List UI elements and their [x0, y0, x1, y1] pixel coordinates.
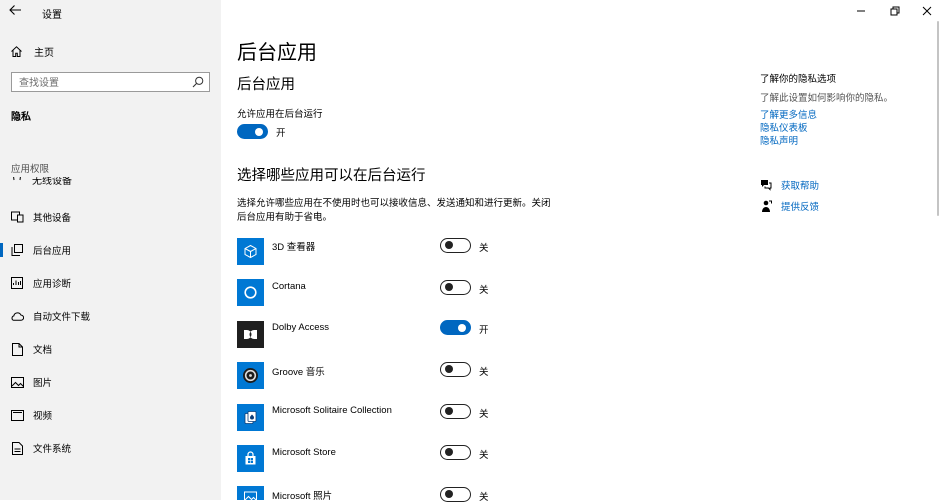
scrollbar[interactable]: [937, 21, 939, 216]
solitaire-icon: [237, 404, 264, 431]
groove-music-icon: [237, 362, 264, 389]
dolby-icon: [237, 321, 264, 348]
sidebar-item-label: 应用诊断: [33, 279, 72, 290]
app-name: Groove 音乐: [272, 367, 325, 378]
restore-icon: [890, 6, 900, 16]
page-title: 后台应用: [237, 42, 317, 64]
privacy-section-title: 隐私: [11, 112, 31, 123]
app-permissions-group-title: 应用权限: [11, 164, 50, 175]
app-toggle-state: 关: [479, 367, 489, 378]
allow-background-toggle[interactable]: [237, 124, 268, 139]
app-toggle-state: 关: [479, 243, 489, 254]
3d-viewer-icon: [237, 238, 264, 265]
home-label: 主页: [34, 47, 54, 59]
app-toggle-3d-viewer[interactable]: [440, 238, 471, 253]
sidebar-item-videos[interactable]: 视频: [0, 404, 221, 426]
maximize-button[interactable]: [886, 3, 904, 19]
sidebar-item-other-devices[interactable]: 其他设备: [0, 206, 221, 228]
app-name: Microsoft Solitaire Collection: [272, 405, 392, 416]
allow-background-caption: 允许应用在后台运行: [237, 109, 323, 120]
radio-tower-icon: [10, 177, 24, 186]
give-feedback-label: 提供反馈: [781, 202, 820, 213]
give-feedback-link[interactable]: 提供反馈: [760, 199, 819, 213]
background-apps-icon: [10, 243, 24, 257]
store-icon: [237, 445, 264, 472]
sidebar-item-radios[interactable]: 无线设备: [0, 177, 221, 186]
app-name: 3D 查看器: [272, 242, 316, 253]
allow-background-state: 开: [276, 128, 286, 139]
privacy-statement-link[interactable]: 隐私声明: [760, 133, 798, 147]
app-toggle-dolby-access[interactable]: [440, 320, 471, 335]
diagnostics-icon: [10, 276, 24, 290]
toggle-knob: [458, 323, 466, 332]
toggle-knob: [255, 127, 263, 136]
video-icon: [10, 408, 24, 422]
close-button[interactable]: [918, 3, 936, 19]
sidebar-item-label: 无线设备: [32, 177, 72, 186]
photos-icon: [237, 486, 264, 500]
background-apps-section-title: 后台应用: [237, 77, 295, 93]
app-toggle-state: 关: [479, 285, 489, 296]
app-name: Microsoft Store: [272, 447, 336, 458]
app-toggle-state: 关: [479, 492, 489, 503]
search-input[interactable]: [12, 74, 182, 93]
privacy-options-subtitle: 了解此设置如何影响你的隐私。: [760, 93, 894, 104]
app-toggle-cortana[interactable]: [440, 280, 471, 295]
feedback-icon: [762, 200, 772, 212]
file-system-icon: [10, 441, 24, 455]
app-name: Cortana: [272, 281, 306, 292]
home-nav-item[interactable]: 主页: [10, 42, 54, 60]
get-help-label: 获取帮助: [781, 181, 820, 192]
toggle-knob: [445, 407, 453, 415]
devices-icon: [10, 210, 24, 224]
app-toggle-store[interactable]: [440, 445, 471, 460]
cloud-icon: [10, 309, 24, 323]
sidebar-item-label: 视频: [33, 411, 53, 422]
learn-more-link[interactable]: 了解更多信息: [760, 107, 817, 121]
app-toggle-state: 关: [479, 450, 489, 461]
window-title: 设置: [42, 10, 62, 21]
settings-search-box[interactable]: [11, 72, 210, 93]
app-toggle-state: 开: [479, 325, 489, 336]
app-toggle-solitaire[interactable]: [440, 404, 471, 419]
toggle-knob: [445, 365, 453, 373]
toggle-knob: [445, 448, 453, 456]
sidebar-item-auto-file-downloads[interactable]: 自动文件下载: [0, 305, 221, 327]
cortana-icon: [237, 279, 264, 306]
close-icon: [922, 6, 932, 16]
sidebar-item-label: 其他设备: [33, 213, 72, 224]
minimize-icon: [857, 10, 865, 12]
minimize-button[interactable]: [852, 3, 870, 19]
home-icon: [11, 45, 22, 57]
sidebar-item-label: 后台应用: [33, 246, 72, 257]
sidebar-item-label: 文档: [33, 345, 53, 356]
sidebar-item-label: 自动文件下载: [33, 312, 91, 323]
choose-apps-title: 选择哪些应用可以在后台运行: [237, 168, 426, 184]
sidebar-item-pictures[interactable]: 图片: [0, 371, 221, 393]
app-toggle-groove-music[interactable]: [440, 362, 471, 377]
toggle-knob: [445, 283, 453, 291]
sidebar: 设置 主页 隐私 应用权限 无线设备 其他设备 后台应用: [0, 0, 221, 500]
help-chat-icon: [761, 180, 772, 191]
privacy-options-title: 了解你的隐私选项: [760, 74, 837, 85]
choose-apps-description: 选择允许哪些应用在不使用时也可以接收信息、发送通知和进行更新。关闭后台应用有助于…: [237, 198, 551, 223]
back-button[interactable]: [8, 3, 26, 19]
privacy-dashboard-link[interactable]: 隐私仪表板: [760, 120, 808, 134]
document-icon: [10, 342, 24, 356]
get-help-link[interactable]: 获取帮助: [760, 178, 819, 192]
sidebar-item-app-diagnostics[interactable]: 应用诊断: [0, 272, 221, 294]
sidebar-item-label: 图片: [33, 378, 53, 389]
back-arrow-icon: [9, 5, 21, 15]
pictures-icon: [10, 375, 24, 389]
sidebar-item-background-apps[interactable]: 后台应用: [0, 239, 221, 261]
sidebar-item-label: 文件系统: [33, 444, 72, 455]
toggle-knob: [445, 490, 453, 498]
app-toggle-state: 关: [479, 409, 489, 420]
toggle-knob: [445, 241, 453, 249]
app-name: Dolby Access: [272, 322, 330, 333]
search-icon[interactable]: [192, 76, 204, 88]
sidebar-item-documents[interactable]: 文档: [0, 338, 221, 360]
sidebar-item-file-system[interactable]: 文件系统: [0, 437, 221, 459]
